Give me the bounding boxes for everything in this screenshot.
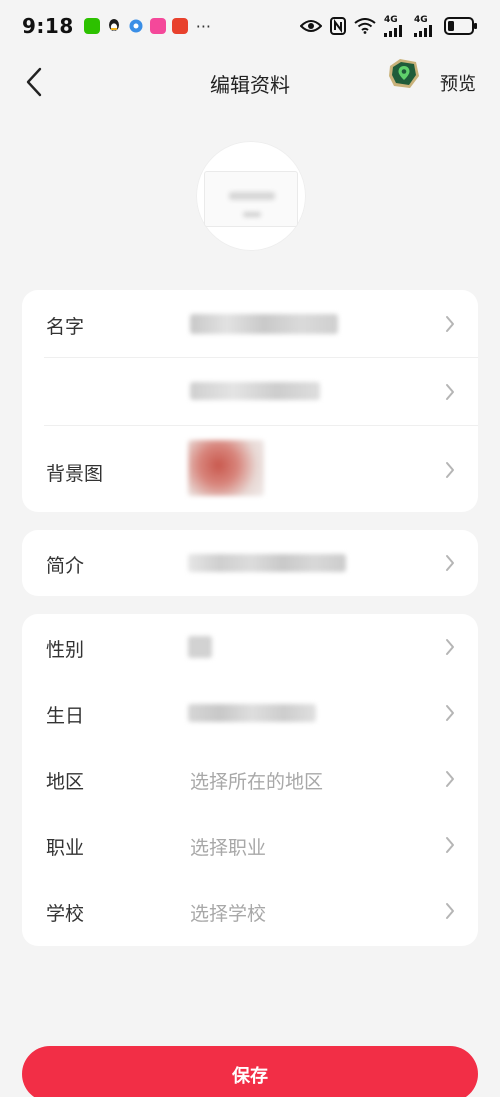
nfc-icon — [330, 17, 346, 35]
occupation-label: 职业 — [46, 837, 85, 859]
account-id-value-redacted — [190, 382, 320, 400]
map-pin-badge-icon[interactable] — [386, 56, 422, 92]
chevron-right-icon — [442, 703, 458, 723]
name-label: 名字 — [46, 316, 85, 338]
signal-1-label: 4G — [384, 14, 398, 25]
profile-card-bio: 简介 — [22, 530, 478, 596]
battery-icon — [444, 17, 478, 35]
gender-row[interactable]: 性别 — [22, 614, 478, 680]
header: 编辑资料 预览 — [0, 52, 500, 112]
chevron-right-icon — [442, 314, 458, 334]
school-row[interactable]: 学校 选择学校 — [22, 878, 478, 944]
avatar-image — [204, 171, 298, 227]
region-placeholder: 选择所在的地区 — [190, 771, 324, 793]
gender-value-redacted — [188, 636, 212, 658]
signal-1-icon: 4G — [384, 14, 406, 37]
chevron-right-icon — [442, 382, 458, 402]
chevron-right-icon — [442, 769, 458, 789]
chevron-right-icon — [442, 835, 458, 855]
signal-2-icon: 4G — [414, 14, 436, 37]
region-row[interactable]: 地区 选择所在的地区 — [22, 746, 478, 812]
birthday-row[interactable]: 生日 — [22, 680, 478, 746]
save-button-label: 保存 — [232, 1066, 268, 1086]
name-row[interactable]: 名字 — [22, 290, 478, 357]
school-placeholder: 选择学校 — [190, 903, 267, 925]
background-image-thumbnail — [188, 440, 264, 496]
red-app-icon — [171, 18, 188, 34]
occupation-placeholder: 选择职业 — [190, 837, 267, 859]
status-bar: 9:18 ··· 4G 4G — [0, 0, 500, 52]
chevron-right-icon — [442, 553, 458, 573]
bio-value-redacted — [188, 554, 346, 572]
signal-2-label: 4G — [414, 14, 428, 25]
chevron-right-icon — [442, 637, 458, 657]
occupation-row[interactable]: 职业 选择职业 — [22, 812, 478, 878]
account-id-row[interactable] — [22, 358, 478, 425]
birthday-label: 生日 — [46, 705, 85, 727]
name-value-redacted — [190, 314, 338, 334]
background-image-row[interactable]: 背景图 — [22, 426, 478, 512]
chevron-right-icon — [442, 460, 458, 480]
page-title: 编辑资料 — [210, 73, 290, 97]
gender-label: 性别 — [46, 639, 85, 661]
bio-label: 简介 — [46, 555, 85, 577]
browser-icon — [128, 18, 144, 34]
avatar[interactable] — [196, 141, 306, 251]
birthday-value-redacted — [188, 704, 316, 722]
bio-row[interactable]: 简介 — [22, 530, 478, 596]
preview-button[interactable]: 预览 — [440, 70, 476, 96]
chevron-right-icon — [442, 901, 458, 921]
status-bar-left: 9:18 ··· — [22, 14, 211, 38]
wechat-icon — [83, 18, 100, 34]
qq-icon — [106, 18, 122, 34]
avatar-redacted-caption — [243, 212, 261, 217]
profile-card-details: 性别 生日 地区 选择所在的地区 职业 选择职业 学校 选择学校 — [22, 614, 478, 946]
region-label: 地区 — [46, 771, 85, 793]
status-bar-right: 4G 4G — [300, 14, 478, 37]
pink-app-icon — [149, 18, 166, 34]
more-notifications-icon: ··· — [195, 16, 212, 36]
school-label: 学校 — [46, 903, 85, 925]
status-time: 9:18 — [22, 14, 74, 38]
avatar-redacted-text — [229, 192, 275, 200]
save-button[interactable]: 保存 — [22, 1046, 478, 1097]
background-image-label: 背景图 — [46, 463, 104, 485]
wifi-icon — [354, 18, 376, 34]
eye-icon — [300, 18, 322, 34]
profile-card-basic: 名字 背景图 — [22, 290, 478, 512]
